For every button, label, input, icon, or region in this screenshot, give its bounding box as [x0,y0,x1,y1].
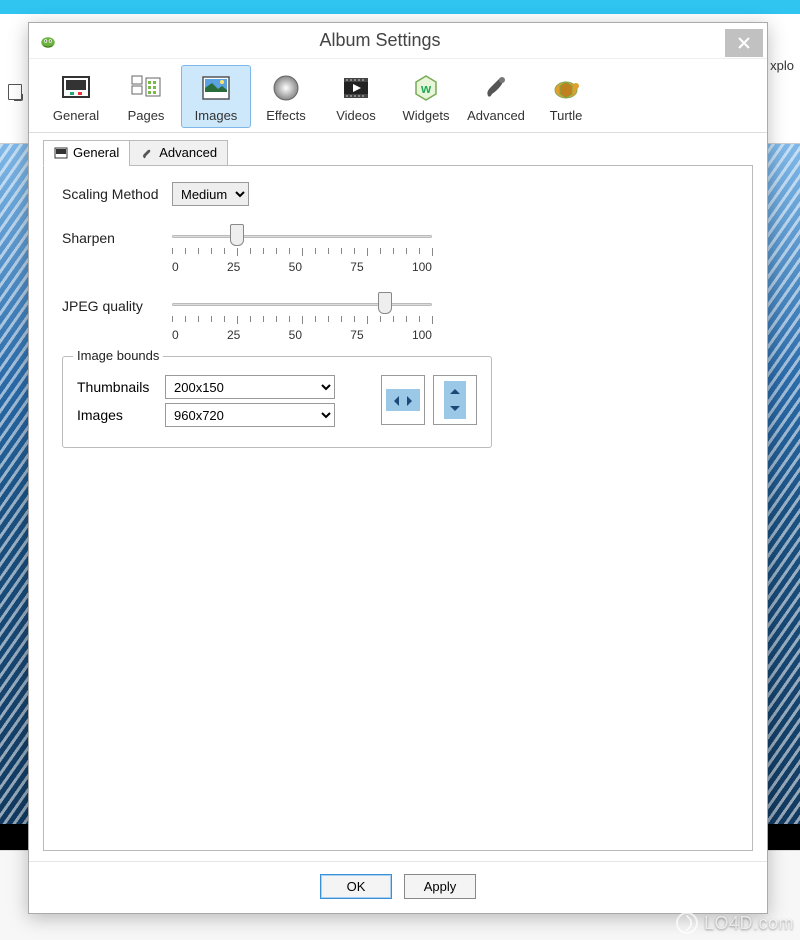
toolbar-label: Images [195,108,238,123]
new-document-icon[interactable] [8,84,22,100]
tab-general[interactable]: General [43,140,130,166]
jpeg-quality-thumb[interactable] [378,292,392,314]
videos-icon [340,72,372,104]
toolbar-widgets[interactable]: w Widgets [391,65,461,128]
toolbar-label: Advanced [467,108,525,123]
sharpen-slider[interactable] [172,224,432,246]
general-icon [60,72,92,104]
toolbar-advanced[interactable]: Advanced [461,65,531,128]
apply-button[interactable]: Apply [404,874,476,899]
pages-icon [130,72,162,104]
jpeg-quality-slider[interactable] [172,292,432,314]
effects-icon [270,72,302,104]
tab-label: General [73,145,119,160]
svg-text:w: w [420,81,432,96]
jpeg-ticks [172,316,432,324]
toolbar-turtle[interactable]: Turtle [531,65,601,128]
album-settings-dialog: Album Settings General Pages Images Effe… [28,22,768,914]
toolbar-videos[interactable]: Videos [321,65,391,128]
thumbnails-select[interactable]: 200x150 [165,375,335,399]
dialog-buttons: OK Apply [29,861,767,913]
image-bounds-legend: Image bounds [73,348,163,363]
toolbar-general[interactable]: General [41,65,111,128]
scaling-method-label: Scaling Method [62,186,172,202]
images-select[interactable]: 960x720 [165,403,335,427]
category-toolbar: General Pages Images Effects Videos w Wi… [29,59,767,133]
jpeg-tick-labels: 0255075100 [172,328,432,342]
sharpen-tick-labels: 0255075100 [172,260,432,274]
images-label: Images [77,407,165,423]
titlebar: Album Settings [29,23,767,59]
tab-strip: General Advanced [43,139,753,165]
wrench-icon [140,146,154,160]
turtle-icon [550,72,582,104]
dialog-title: Album Settings [35,30,725,51]
thumbnails-label: Thumbnails [77,379,165,395]
images-icon [200,72,232,104]
toolbar-label: General [53,108,99,123]
image-bounds-fieldset: Image bounds Thumbnails 200x150 Images 9… [62,356,492,448]
horizontal-bounds-button[interactable] [381,375,425,425]
ok-button[interactable]: OK [320,874,392,899]
scaling-method-select[interactable]: Medium [172,182,249,206]
toolbar-images[interactable]: Images [181,65,251,128]
toolbar-label: Pages [128,108,165,123]
close-icon [738,37,750,49]
watermark: LO4D.com [676,912,794,934]
settings-panel: Scaling Method Medium Sharpen 0255 [43,165,753,851]
sharpen-thumb[interactable] [230,224,244,246]
sharpen-label: Sharpen [62,224,172,246]
toolbar-label: Effects [266,108,306,123]
toolbar-label: Videos [336,108,376,123]
widgets-icon: w [410,72,442,104]
vertical-arrows-icon [444,381,466,419]
toolbar-pages[interactable]: Pages [111,65,181,128]
general-tab-icon [54,146,68,160]
tab-advanced[interactable]: Advanced [129,140,228,166]
jpeg-quality-label: JPEG quality [62,292,172,314]
background-partial-text: xplo [770,58,794,73]
toolbar-label: Turtle [550,108,583,123]
toolbar-label: Widgets [403,108,450,123]
horizontal-arrows-icon [386,389,420,411]
watermark-icon [676,912,698,934]
close-button[interactable] [725,29,763,57]
vertical-bounds-button[interactable] [433,375,477,425]
advanced-icon [480,72,512,104]
tab-label: Advanced [159,145,217,160]
sharpen-ticks [172,248,432,256]
toolbar-effects[interactable]: Effects [251,65,321,128]
